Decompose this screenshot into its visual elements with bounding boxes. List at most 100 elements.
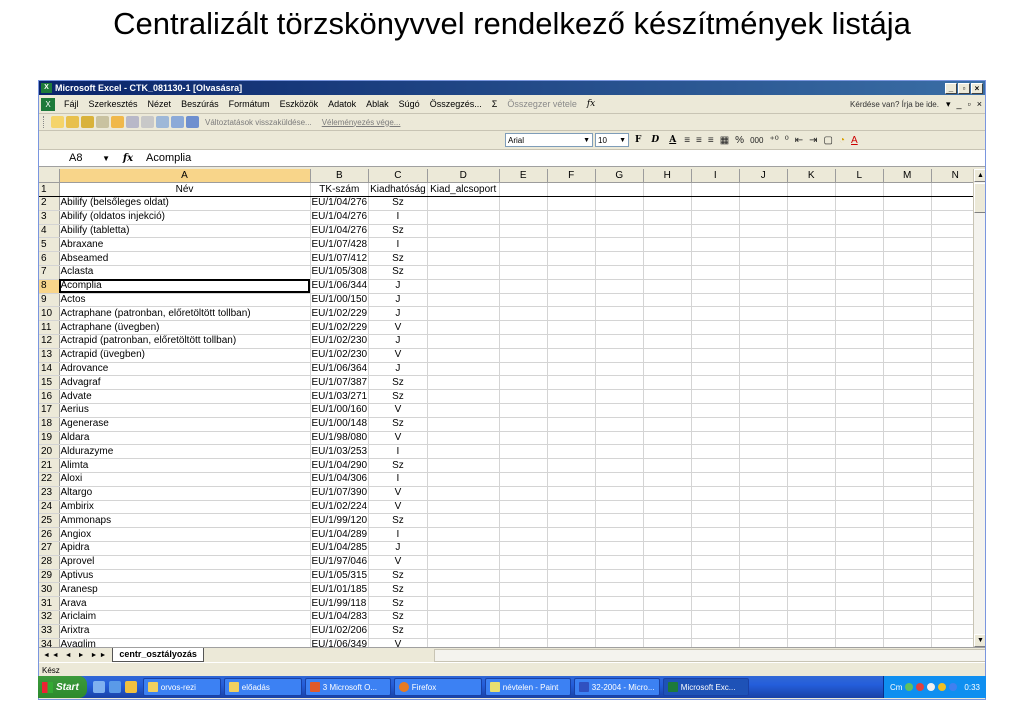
name-cell[interactable]: Aranesp <box>59 582 311 598</box>
cell[interactable] <box>739 624 788 639</box>
row-header[interactable]: 3 <box>39 210 60 225</box>
row-header[interactable]: 30 <box>39 582 60 598</box>
cell[interactable] <box>595 638 644 647</box>
cell[interactable] <box>691 569 740 584</box>
close-button[interactable]: × <box>971 82 983 94</box>
cell[interactable] <box>427 306 500 322</box>
cell[interactable] <box>499 458 548 474</box>
cell[interactable] <box>643 403 692 418</box>
cell[interactable] <box>739 541 788 556</box>
cell[interactable] <box>739 555 788 570</box>
cell[interactable] <box>499 610 548 625</box>
name-cell[interactable]: Advagraf <box>59 375 311 391</box>
cell[interactable] <box>739 431 788 446</box>
tk-number-cell[interactable]: EU/1/97/046 <box>310 555 370 570</box>
cell[interactable] <box>547 251 596 267</box>
dispensing-cell[interactable]: J <box>368 362 428 377</box>
cell[interactable] <box>499 265 548 280</box>
cell[interactable] <box>691 362 740 377</box>
cell[interactable] <box>595 431 644 446</box>
cell[interactable] <box>547 610 596 625</box>
column-header-m[interactable]: M <box>883 169 932 184</box>
cell[interactable] <box>835 486 884 501</box>
tk-number-cell[interactable]: EU/1/02/206 <box>310 624 370 639</box>
cell[interactable] <box>595 224 644 239</box>
cell[interactable] <box>787 555 836 570</box>
dispensing-cell[interactable]: J <box>368 541 428 556</box>
cell[interactable] <box>427 431 500 446</box>
percent-icon[interactable]: % <box>733 135 746 146</box>
dispensing-cell[interactable]: Sz <box>368 265 428 280</box>
dispensing-cell[interactable]: Sz <box>368 375 428 391</box>
cell[interactable] <box>643 638 692 647</box>
cell[interactable] <box>643 624 692 639</box>
cell[interactable] <box>643 527 692 543</box>
cell[interactable] <box>787 389 836 405</box>
name-cell[interactable]: Actraphane (patronban, előretöltött toll… <box>59 306 311 322</box>
cell[interactable] <box>835 293 884 308</box>
research-icon[interactable] <box>171 116 184 128</box>
cell[interactable] <box>643 486 692 501</box>
tk-number-cell[interactable]: EU/1/02/229 <box>310 320 370 336</box>
cell[interactable] <box>595 624 644 639</box>
cell[interactable] <box>499 293 548 308</box>
scroll-thumb[interactable] <box>974 183 985 213</box>
email-icon[interactable] <box>111 116 124 128</box>
cell[interactable] <box>499 569 548 584</box>
new-icon[interactable] <box>51 116 64 128</box>
cell[interactable] <box>547 320 596 336</box>
name-cell[interactable]: Alimta <box>59 458 311 474</box>
function-icon[interactable]: fx <box>114 153 142 164</box>
cell[interactable] <box>499 320 548 336</box>
cell[interactable] <box>883 403 932 418</box>
tk-number-cell[interactable]: EU/1/04/276 <box>310 196 370 211</box>
tk-number-cell[interactable]: EU/1/02/229 <box>310 306 370 322</box>
window-titlebar[interactable]: X Microsoft Excel - CTK_081130-1 [Olvasá… <box>39 81 985 95</box>
cell[interactable] <box>643 320 692 336</box>
cell[interactable] <box>547 348 596 363</box>
name-box[interactable]: A8 ▼ <box>39 151 114 166</box>
cell[interactable] <box>739 569 788 584</box>
cell[interactable] <box>835 375 884 391</box>
cell[interactable] <box>883 500 932 515</box>
volume-icon[interactable] <box>927 683 936 691</box>
cell[interactable] <box>643 224 692 239</box>
cell[interactable] <box>499 596 548 611</box>
cell[interactable] <box>787 279 836 294</box>
cell[interactable] <box>427 610 500 625</box>
font-size-select[interactable]: 10 ▼ <box>595 133 629 147</box>
column-header-b[interactable]: B <box>310 169 370 184</box>
dispensing-cell[interactable]: I <box>368 472 428 487</box>
cell[interactable] <box>427 569 500 584</box>
task-orvos-rezi[interactable]: orvos-rezi <box>142 678 221 696</box>
align-left-icon[interactable]: ≡ <box>682 135 692 146</box>
cell[interactable] <box>835 196 884 211</box>
font-color-icon[interactable]: A <box>849 135 860 146</box>
formula-input[interactable]: Acomplia <box>142 152 985 164</box>
cell[interactable] <box>835 237 884 253</box>
cell[interactable] <box>835 362 884 377</box>
cell[interactable] <box>643 541 692 556</box>
tk-number-cell[interactable]: EU/1/07/390 <box>310 486 370 501</box>
row-header[interactable]: 14 <box>39 362 60 377</box>
cell[interactable] <box>883 265 932 280</box>
cell[interactable] <box>835 306 884 322</box>
row-header[interactable]: 19 <box>39 431 60 446</box>
name-cell[interactable]: Aldara <box>59 431 311 446</box>
row-header[interactable]: 33 <box>39 624 60 639</box>
cell[interactable] <box>643 279 692 294</box>
cell[interactable] <box>739 375 788 391</box>
cell[interactable] <box>787 210 836 225</box>
cell[interactable] <box>835 472 884 487</box>
cell[interactable] <box>835 348 884 363</box>
cell[interactable] <box>835 431 884 446</box>
row-header[interactable]: 29 <box>39 569 60 584</box>
cell[interactable] <box>499 224 548 239</box>
cell[interactable] <box>643 569 692 584</box>
cell[interactable] <box>499 210 548 225</box>
dispensing-cell[interactable]: V <box>368 486 428 501</box>
cell[interactable] <box>835 458 884 474</box>
cell[interactable] <box>787 472 836 487</box>
header-cell[interactable]: Kiadhatóság <box>368 182 428 198</box>
task-paint[interactable]: névtelen - Paint <box>484 678 571 696</box>
